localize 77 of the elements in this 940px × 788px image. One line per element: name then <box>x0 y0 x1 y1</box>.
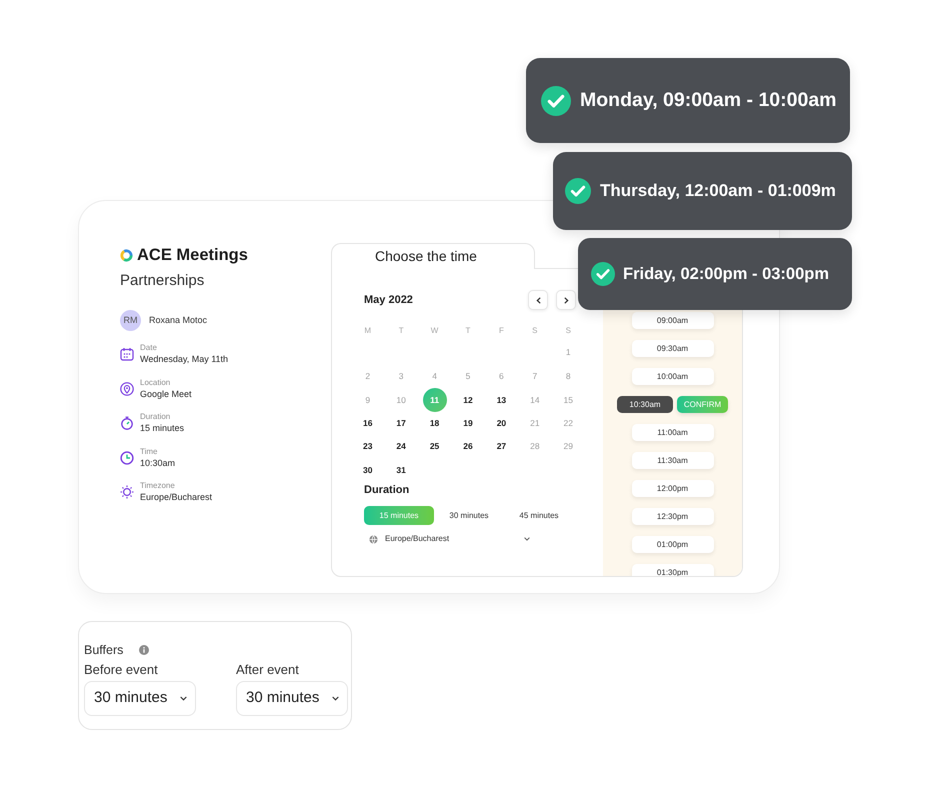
location-pin-icon <box>120 382 134 396</box>
time-slot-button[interactable]: 12:00pm <box>632 480 714 497</box>
ring-logo-icon <box>120 248 133 262</box>
duration-option[interactable]: 30 minutes <box>434 506 504 525</box>
panel-tab[interactable]: Choose the time <box>331 243 535 269</box>
detail-label: Time <box>140 446 158 456</box>
day-button[interactable]: 18 <box>424 414 446 432</box>
check-circle-icon <box>565 178 591 204</box>
day-button[interactable]: 26 <box>456 438 479 456</box>
time-slot-button[interactable]: 01:30pm <box>632 564 714 576</box>
month-label: May 2022 <box>364 292 413 308</box>
weekday-label: S <box>532 325 538 337</box>
time-slot-button[interactable]: 11:00am <box>632 424 714 441</box>
detail-label: Date <box>140 343 157 353</box>
time-slot-button[interactable]: 11:30am <box>632 452 714 469</box>
clock-icon <box>120 450 134 464</box>
detail-label: Location <box>140 378 170 388</box>
field-label: Before event <box>84 662 158 678</box>
day-button[interactable]: 27 <box>490 438 512 456</box>
detail-value: Google Meet <box>140 388 192 400</box>
event-title: Partnerships <box>120 272 204 290</box>
chevron-down-icon <box>180 696 187 701</box>
chevron-left-icon <box>536 296 540 304</box>
host-name: Roxana Motoc <box>149 314 208 327</box>
day-button[interactable]: 23 <box>356 438 379 456</box>
time-slot-button[interactable]: 10:00am <box>632 368 714 385</box>
dropdown-select[interactable]: 30 minutes <box>84 681 196 716</box>
previous-month-button[interactable] <box>528 290 548 310</box>
time-slot-button[interactable]: 09:30am <box>632 340 714 357</box>
field-label: After event <box>236 662 299 678</box>
detail-value: Wednesday, May 11th <box>140 353 228 365</box>
day-button[interactable]: 13 <box>490 391 512 409</box>
time-slot-button[interactable]: 12:30pm <box>632 508 714 525</box>
time-slot-button[interactable]: 01:00pm <box>632 536 714 553</box>
timezone-select[interactable]: Europe/Bucharest <box>364 531 530 547</box>
day-button[interactable]: 30 <box>356 461 379 480</box>
day-button[interactable]: 12 <box>456 391 479 409</box>
time-slot-button[interactable]: 10:30am <box>617 396 673 413</box>
dropdown-select[interactable]: 30 minutes <box>236 681 348 716</box>
day-button[interactable]: 16 <box>356 414 379 432</box>
check-circle-icon <box>591 262 615 286</box>
weekday-label: T <box>398 325 404 337</box>
stopwatch-icon <box>120 416 134 430</box>
day-button[interactable]: 31 <box>390 461 412 480</box>
check-circle-icon <box>541 86 571 116</box>
notification-text: Thursday, 12:00am - 01:009m <box>600 180 836 202</box>
sun-icon <box>120 485 134 499</box>
weekday-label: W <box>430 325 438 337</box>
weekday-label: F <box>498 325 504 337</box>
weekday-label: S <box>566 325 571 337</box>
notification-text: Monday, 09:00am - 10:00am <box>580 88 836 113</box>
weekday-label: T <box>466 325 470 337</box>
day-button[interactable]: 20 <box>490 414 512 432</box>
chevron-down-icon <box>524 537 530 541</box>
detail-label: Timezone <box>140 481 175 491</box>
detail-value: 15 minutes <box>140 422 184 434</box>
chevron-down-icon <box>332 696 339 701</box>
detail-value: 10:30am <box>140 456 176 468</box>
info-icon <box>139 645 150 655</box>
section-heading: Duration <box>364 483 410 498</box>
next-month-button[interactable] <box>556 290 576 310</box>
brand-name: ACE Meetings <box>137 244 248 266</box>
weekday-label: M <box>364 325 372 337</box>
notification-text: Friday, 02:00pm - 03:00pm <box>623 264 830 285</box>
avatar-initials: RM <box>120 310 141 331</box>
buffers-title: Buffers <box>84 642 124 659</box>
detail-value: Europe/Bucharest <box>140 491 212 503</box>
time-slot-button[interactable]: 09:00am <box>632 312 714 329</box>
day-button[interactable]: 19 <box>456 414 479 432</box>
day-button[interactable]: 17 <box>390 414 412 432</box>
day-button[interactable]: 25 <box>424 438 446 456</box>
day-button[interactable]: 24 <box>390 438 412 456</box>
duration-option[interactable]: 45 minutes <box>504 506 574 525</box>
detail-label: Duration <box>140 412 170 422</box>
globe-icon <box>369 534 378 544</box>
calendar-icon <box>120 347 134 361</box>
chevron-right-icon <box>564 296 568 304</box>
